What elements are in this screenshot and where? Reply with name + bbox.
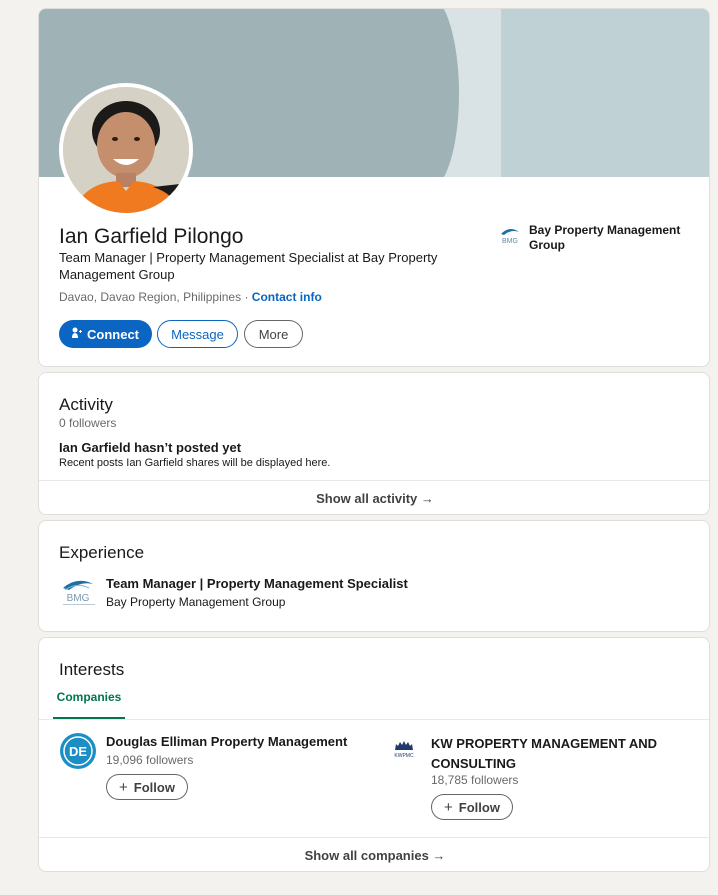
kw-logo-icon[interactable]: KWPMC (393, 738, 415, 760)
plus-icon: + (444, 798, 453, 816)
svg-text:BMG: BMG (502, 238, 518, 245)
company-followers: 18,785 followers (431, 773, 519, 787)
profile-location: Davao, Davao Region, Philippines (59, 290, 242, 304)
bmg-logo-icon: BMG (499, 225, 521, 247)
current-company-name: Bay Property Management Group (529, 223, 681, 252)
activity-title: Activity (59, 395, 113, 414)
company-name[interactable]: Douglas Elliman Property Management (106, 734, 356, 749)
follow-button[interactable]: + Follow (106, 774, 188, 800)
activity-card: Activity 0 followers Ian Garfield hasn’t… (38, 372, 710, 515)
show-all-companies-link[interactable]: Show all companies → (39, 848, 709, 863)
experience-company: Bay Property Management Group (106, 595, 286, 609)
interests-card: Interests Companies DE Douglas Elliman P… (38, 637, 710, 872)
location-separator: · (241, 290, 252, 304)
profile-name: Ian Garfield Pilongo (59, 225, 244, 248)
experience-card: Experience BMG Team Manager | Property M… (38, 520, 710, 632)
douglas-elliman-logo-text: DE (69, 744, 87, 759)
show-all-activity-link[interactable]: Show all activity → (39, 491, 709, 506)
follow-button[interactable]: + Follow (431, 794, 513, 820)
interests-title: Interests (59, 660, 125, 679)
more-button[interactable]: More (244, 320, 303, 348)
experience-role[interactable]: Team Manager | Property Management Speci… (106, 576, 408, 591)
divider (39, 480, 709, 481)
current-company-link[interactable]: BMG Bay Property Management Group (499, 223, 694, 253)
connect-button-label: Connect (87, 326, 139, 342)
company-followers: 19,096 followers (106, 753, 194, 767)
company-name[interactable]: KW PROPERTY MANAGEMENT AND CONSULTING (431, 734, 671, 774)
plus-icon: + (119, 778, 128, 796)
connect-person-icon (72, 327, 82, 342)
kw-logo-text: KWPMC (394, 753, 414, 759)
connect-button[interactable]: Connect (59, 320, 152, 348)
follow-button-label: Follow (133, 779, 175, 795)
tab-companies[interactable]: Companies (53, 690, 125, 720)
divider (39, 837, 709, 838)
activity-followers: 0 followers (59, 416, 117, 430)
bmg-logo-text: BMG (67, 593, 90, 604)
experience-title: Experience (59, 543, 145, 562)
follow-button-label: Follow (458, 799, 500, 815)
profile-headline: Team Manager | Property Management Speci… (59, 250, 438, 282)
contact-info-link[interactable]: Contact info (252, 290, 322, 304)
bmg-logo-icon[interactable]: BMG (59, 576, 99, 610)
divider (39, 719, 709, 720)
message-button[interactable]: Message (157, 320, 238, 348)
profile-avatar[interactable] (59, 83, 193, 217)
activity-empty-description: Recent posts Ian Garfield shares will be… (59, 457, 331, 469)
profile-top-card: Ian Garfield Pilongo Team Manager | Prop… (38, 8, 710, 367)
profile-location-row: Davao, Davao Region, Philippines · Conta… (59, 290, 322, 304)
activity-empty-title: Ian Garfield hasn’t posted yet (59, 440, 242, 455)
douglas-elliman-logo-icon[interactable]: DE (59, 732, 97, 770)
